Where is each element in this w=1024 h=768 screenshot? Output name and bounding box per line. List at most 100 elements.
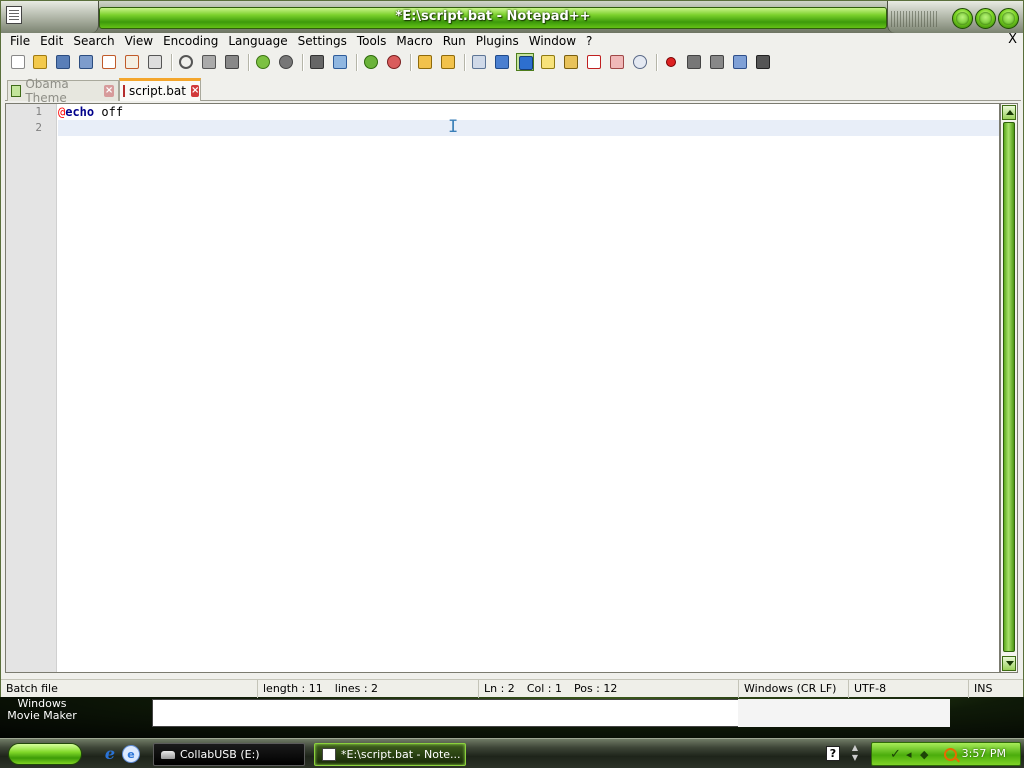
close-tab-icon[interactable]: × xyxy=(104,85,114,97)
taskbar-item-label: CollabUSB (E:) xyxy=(180,748,260,761)
status-bar: Batch file length : 11 lines : 2 Ln : 2 Co… xyxy=(1,679,1023,698)
line-number-gutter: 1 2 xyxy=(6,104,57,672)
menu-window[interactable]: Window xyxy=(524,34,581,48)
notepad-icon xyxy=(322,748,336,761)
clock[interactable]: 3:57 PM xyxy=(962,743,1006,765)
taskbar-item-collabusb[interactable]: CollabUSB (E:) xyxy=(153,743,305,766)
paste-icon[interactable] xyxy=(223,53,241,71)
undo-icon[interactable] xyxy=(254,53,272,71)
status-insert-mode[interactable]: INS xyxy=(969,680,1023,698)
status-col: Col : 1 xyxy=(526,682,562,695)
copy-icon[interactable] xyxy=(200,53,218,71)
notepad-app-icon[interactable] xyxy=(6,6,22,24)
zoom-out-icon[interactable] xyxy=(385,53,403,71)
editor-area[interactable]: 1 2 @echo off xyxy=(5,103,1000,673)
tab-script-bat[interactable]: script.bat × xyxy=(119,78,201,101)
scroll-down-button[interactable] xyxy=(1002,656,1016,671)
code-area[interactable]: @echo off xyxy=(58,104,999,672)
minimize-button[interactable] xyxy=(952,8,973,29)
open-file-icon[interactable] xyxy=(31,53,49,71)
tab-label: Obama Theme xyxy=(25,77,69,105)
help-icon[interactable]: ? xyxy=(826,746,840,761)
menu-search[interactable]: Search xyxy=(68,34,119,48)
status-eol[interactable]: Windows (CR LF) xyxy=(739,680,849,698)
stop-macro-icon[interactable] xyxy=(685,53,703,71)
menu-settings[interactable]: Settings xyxy=(293,34,352,48)
taskbar: e e CollabUSB (E:) *E:\script.bat - Note… xyxy=(0,738,1024,768)
start-button[interactable] xyxy=(8,743,82,765)
status-length-value: length : 11 xyxy=(263,682,323,695)
new-file-icon[interactable] xyxy=(9,53,27,71)
save-macro-icon[interactable] xyxy=(754,53,772,71)
tab-bar: Obama Theme × script.bat × xyxy=(5,77,1021,105)
status-file-type: Batch file xyxy=(1,680,258,698)
volume-icon[interactable]: ◂ xyxy=(906,749,918,761)
taskbar-item-notepad[interactable]: *E:\script.bat - Note... xyxy=(314,743,466,766)
search-icon[interactable] xyxy=(944,748,957,761)
tray-expand-icon[interactable]: ▲ ▼ xyxy=(850,743,860,763)
status-pos: Pos : 12 xyxy=(573,682,618,695)
replace-icon[interactable] xyxy=(331,53,349,71)
cut-icon[interactable] xyxy=(177,53,195,71)
maximize-button[interactable] xyxy=(975,8,996,29)
menu-tools[interactable]: Tools xyxy=(352,34,392,48)
close-window-button[interactable] xyxy=(998,8,1019,29)
zoom-in-icon[interactable] xyxy=(362,53,380,71)
save-all-icon[interactable] xyxy=(77,53,95,71)
word-wrap-icon[interactable] xyxy=(470,53,488,71)
title-grip xyxy=(891,11,939,27)
record-macro-icon[interactable] xyxy=(662,53,680,71)
desktop-icon-label[interactable]: Windows Movie Maker xyxy=(2,698,82,722)
status-encoding[interactable]: UTF-8 xyxy=(849,680,969,698)
status-length: length : 11 lines : 2 xyxy=(258,680,479,698)
print-icon[interactable] xyxy=(146,53,164,71)
show-all-chars-icon[interactable] xyxy=(493,53,511,71)
redo-icon[interactable] xyxy=(277,53,295,71)
close-icon[interactable] xyxy=(100,53,118,71)
scroll-thumb[interactable] xyxy=(1003,122,1015,652)
menu-file[interactable]: File xyxy=(5,34,35,48)
sync-vertical-icon[interactable] xyxy=(416,53,434,71)
indent-guide-icon[interactable] xyxy=(516,53,534,71)
status-lines-value: lines : 2 xyxy=(334,682,379,695)
text-token: off xyxy=(94,105,124,119)
sync-horizontal-icon[interactable] xyxy=(439,53,457,71)
background-window-panel xyxy=(738,699,950,727)
save-icon[interactable] xyxy=(54,53,72,71)
user-lang-icon[interactable] xyxy=(539,53,557,71)
folder-workspace-icon[interactable] xyxy=(608,53,626,71)
function-list-icon[interactable] xyxy=(585,53,603,71)
menu-plugins[interactable]: Plugins xyxy=(471,34,524,48)
internet-explorer-icon[interactable]: e xyxy=(101,745,119,763)
network-icon[interactable]: ✓ xyxy=(890,748,902,761)
toolbar xyxy=(5,51,1021,75)
menu-macro[interactable]: Macro xyxy=(391,34,437,48)
doc-map-icon[interactable] xyxy=(562,53,580,71)
menu-help[interactable]: ? xyxy=(581,34,597,48)
current-code-line[interactable] xyxy=(58,120,999,136)
vertical-scrollbar[interactable] xyxy=(1000,103,1018,673)
monitor-icon[interactable] xyxy=(631,53,649,71)
run-macro-multiple-icon[interactable] xyxy=(731,53,749,71)
quick-launch-browser-icon[interactable]: e xyxy=(122,745,140,763)
menu-view[interactable]: View xyxy=(120,34,158,48)
play-macro-icon[interactable] xyxy=(708,53,726,71)
close-tab-icon[interactable]: × xyxy=(190,85,200,97)
title-bar[interactable]: *E:\script.bat - Notepad++ xyxy=(1,1,1023,33)
menu-encoding[interactable]: Encoding xyxy=(158,34,223,48)
menu-edit[interactable]: Edit xyxy=(35,34,68,48)
text-cursor-icon: I xyxy=(448,117,459,137)
find-icon[interactable] xyxy=(308,53,326,71)
close-all-icon[interactable] xyxy=(123,53,141,71)
file-icon xyxy=(11,85,22,97)
security-icon[interactable]: ◆ xyxy=(920,749,932,761)
menu-run[interactable]: Run xyxy=(438,34,471,48)
tab-obama-theme[interactable]: Obama Theme × xyxy=(7,77,119,105)
code-line[interactable]: @echo off xyxy=(58,104,999,120)
close-document-button[interactable]: X xyxy=(1008,32,1017,47)
keyword-token: echo xyxy=(65,105,95,119)
menu-language[interactable]: Language xyxy=(223,34,292,48)
tab-label: script.bat xyxy=(129,84,186,98)
file-icon xyxy=(123,85,125,97)
scroll-up-button[interactable] xyxy=(1002,105,1016,120)
